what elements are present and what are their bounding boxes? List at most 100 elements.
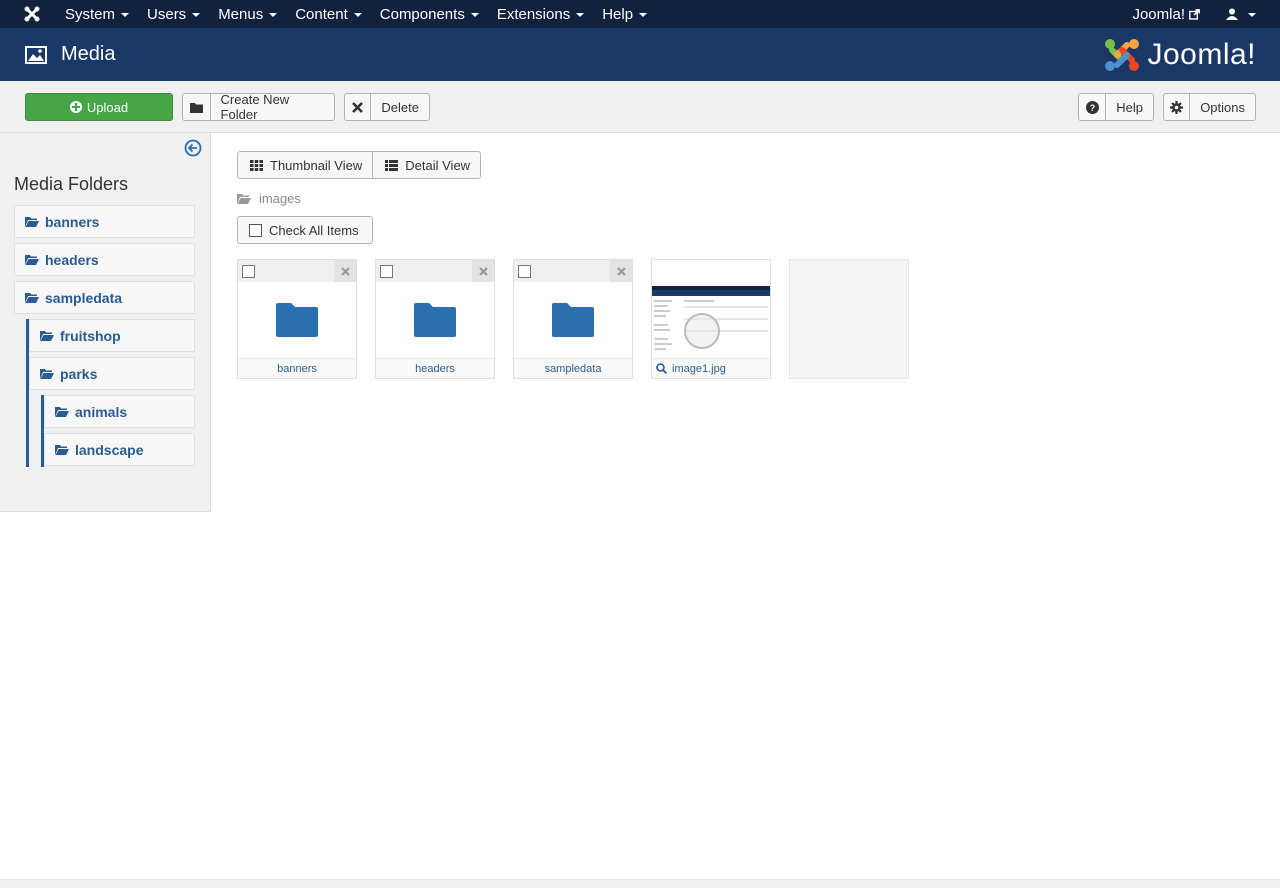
folder-item-banners[interactable]: banners	[14, 205, 195, 238]
tile-checkbox[interactable]	[242, 265, 255, 278]
folder-item-sampledata[interactable]: sampledata	[14, 281, 195, 314]
media-tile-folder[interactable]: headers	[375, 259, 495, 379]
menu-users[interactable]: Users	[138, 0, 209, 28]
view-site-link[interactable]: Joomla!	[1120, 0, 1212, 28]
menu-system-label: System	[65, 5, 116, 23]
tile-preview[interactable]	[238, 282, 356, 358]
list-icon	[385, 159, 399, 171]
joomla-logo-icon[interactable]	[14, 0, 50, 28]
create-folder-label: Create New Folder	[220, 92, 290, 122]
search-icon[interactable]	[656, 363, 667, 374]
folder-open-icon	[40, 369, 54, 379]
caret-down-icon	[639, 13, 648, 17]
tile-checkbox[interactable]	[518, 265, 531, 278]
thumbnail-view-label: Thumbnail View	[270, 157, 363, 173]
options-button[interactable]: Options	[1163, 93, 1256, 121]
image-thumbnail[interactable]	[652, 286, 770, 358]
image-filename: image1.jpg	[672, 362, 726, 375]
menu-components[interactable]: Components	[371, 0, 488, 28]
tile-toolbar	[652, 260, 770, 282]
delete-button[interactable]: Delete	[344, 93, 430, 121]
options-label: Options	[1200, 99, 1245, 115]
menu-help[interactable]: Help	[593, 0, 656, 28]
media-tile-image[interactable]: image1.jpg	[651, 259, 771, 379]
delete-icon[interactable]	[610, 260, 632, 282]
thumbnail-view-button[interactable]: Thumbnail View	[238, 152, 372, 178]
tree-indent-line	[26, 391, 29, 467]
plus-circle-icon	[69, 101, 82, 113]
folder-item-headers[interactable]: headers	[14, 243, 195, 276]
breadcrumb: images	[237, 191, 301, 206]
tile-label[interactable]: headers	[376, 358, 494, 378]
folder-item-fruitshop[interactable]: fruitshop	[29, 319, 195, 352]
page-title: Media	[61, 43, 116, 65]
gear-icon	[1164, 94, 1191, 120]
topnav-right: Joomla!	[1120, 0, 1280, 28]
folder-item-label: headers	[45, 251, 99, 268]
close-icon	[345, 94, 372, 120]
breadcrumb-label[interactable]: images	[259, 191, 301, 206]
folder-item-label: banners	[45, 213, 100, 230]
tile-preview[interactable]	[514, 282, 632, 358]
joomla-brand: Joomla!	[1103, 36, 1256, 74]
page-header: Media Joomla!	[0, 28, 1280, 81]
bottom-status-bar	[0, 879, 1280, 888]
folder-open-icon	[55, 407, 69, 417]
thumbnail-detail	[684, 306, 768, 308]
folder-item-label: landscape	[75, 441, 144, 458]
tile-label[interactable]: image1.jpg	[652, 358, 770, 378]
thumbnail-detail	[654, 310, 670, 312]
upload-button[interactable]: Upload	[25, 93, 173, 121]
thumbnail-detail	[654, 315, 666, 317]
folder-item-animals[interactable]: animals	[44, 395, 195, 428]
collapse-sidebar-icon[interactable]	[184, 139, 202, 157]
view-toggle: Thumbnail View Detail View	[237, 151, 482, 179]
thumbnail-detail	[654, 329, 670, 331]
caret-down-icon	[470, 13, 479, 17]
detail-view-button[interactable]: Detail View	[372, 152, 480, 178]
caret-down-icon	[269, 13, 278, 17]
site-link-label: Joomla!	[1132, 5, 1185, 23]
question-icon: ?	[1079, 94, 1107, 120]
thumbnail-detail	[654, 338, 668, 340]
folder-open-icon	[237, 194, 251, 204]
folder-icon	[414, 303, 456, 337]
sidebar-heading: Media Folders	[14, 174, 129, 194]
user-menu[interactable]	[1212, 0, 1280, 28]
media-tile-empty	[789, 259, 909, 379]
menu-content[interactable]: Content	[286, 0, 371, 28]
brand-text: Joomla!	[1147, 37, 1256, 71]
help-button[interactable]: ? Help	[1078, 93, 1154, 121]
delete-icon[interactable]	[334, 260, 356, 282]
menu-extensions[interactable]: Extensions	[488, 0, 593, 28]
thumbnail-detail	[654, 300, 672, 302]
delete-label: Delete	[381, 99, 419, 115]
folder-open-icon	[25, 217, 39, 227]
media-tile-folder[interactable]: banners	[237, 259, 357, 379]
delete-icon[interactable]	[472, 260, 494, 282]
thumbnail-detail	[652, 290, 770, 296]
create-folder-button[interactable]: Create New Folder	[182, 92, 335, 122]
folder-item-parks[interactable]: parks	[29, 357, 195, 390]
tile-label[interactable]: banners	[238, 358, 356, 378]
detail-view-label: Detail View	[405, 157, 471, 173]
folder-item-label: fruitshop	[60, 327, 121, 344]
menu-help-label: Help	[602, 5, 634, 23]
folder-open-icon	[25, 293, 39, 303]
external-link-icon	[1189, 8, 1200, 20]
caret-down-icon	[576, 13, 585, 17]
folder-item-label: parks	[60, 365, 98, 382]
menu-system[interactable]: System	[56, 0, 138, 28]
tile-preview[interactable]	[376, 282, 494, 358]
main-menu: System Users Menus Content Components Ex…	[56, 0, 656, 28]
thumbnail-detail	[654, 348, 666, 350]
folder-item-landscape[interactable]: landscape	[44, 433, 195, 466]
media-tile-folder[interactable]: sampledata	[513, 259, 633, 379]
tile-label[interactable]: sampledata	[514, 358, 632, 378]
checkbox[interactable]	[249, 223, 262, 237]
user-icon	[1226, 8, 1238, 20]
menu-menus-label: Menus	[218, 5, 264, 23]
tile-checkbox[interactable]	[380, 265, 393, 278]
menu-menus[interactable]: Menus	[209, 0, 286, 28]
check-all-button[interactable]: Check All Items	[237, 216, 373, 244]
